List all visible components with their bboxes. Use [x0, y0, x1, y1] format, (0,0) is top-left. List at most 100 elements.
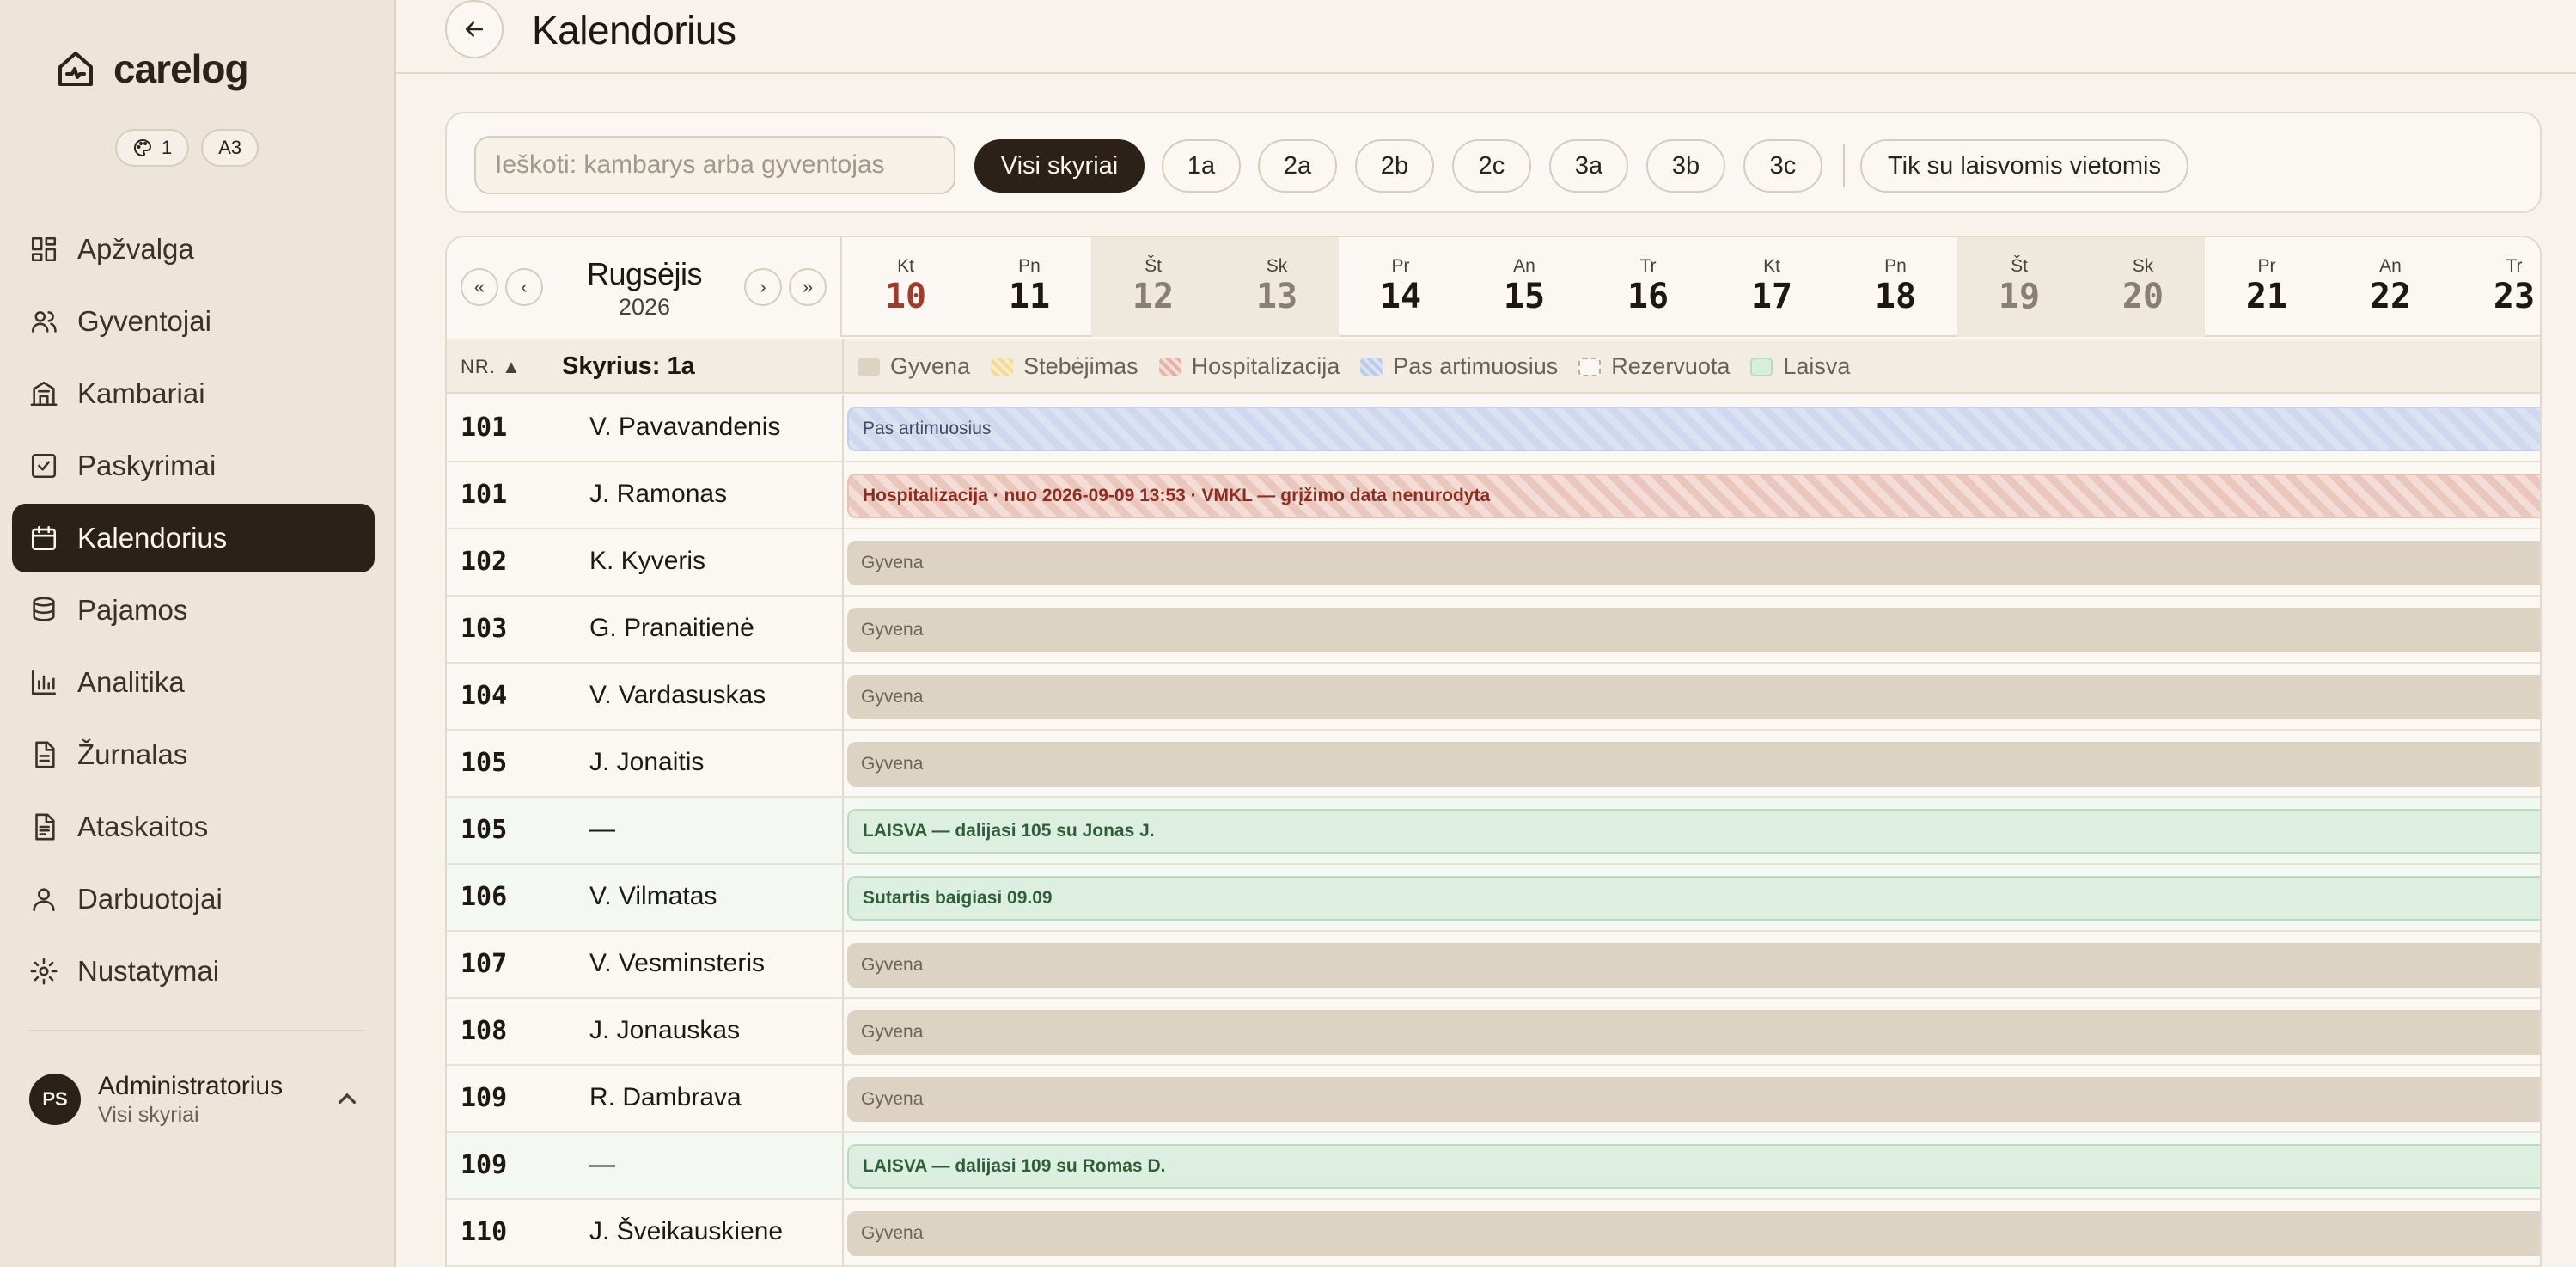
legend-label: Laisva [1783, 353, 1851, 379]
day-of-week: An [1513, 256, 1535, 276]
day-column-22[interactable]: An 22 [2329, 237, 2452, 337]
day-column-17[interactable]: Kt 17 [1710, 237, 1834, 337]
table-row: 105 — LAISVA — dalijasi 105 su Jonas J. [447, 798, 2540, 865]
stay-bar-laisva[interactable]: Sutartis baigiasi 09.09 [847, 876, 2540, 921]
day-number: 11 [1008, 277, 1051, 316]
sidebar-item-apzvalga[interactable]: Apžvalga [12, 215, 375, 284]
day-number: 22 [2369, 277, 2412, 316]
stay-bar-gyvena[interactable]: Gyvena [847, 1077, 2540, 1122]
month-name: Rugsėjis [586, 256, 703, 291]
day-column-18[interactable]: Pn 18 [1834, 237, 1957, 337]
legend-item: Gyvena [858, 353, 970, 380]
day-column-23[interactable]: Tr 23 [2452, 237, 2540, 337]
sort-by-number[interactable]: NR. ▲ [461, 356, 522, 378]
day-number: 21 [2245, 277, 2288, 316]
day-column-10[interactable]: Kt 10 [844, 237, 968, 337]
stay-bar-gyvena[interactable]: Gyvena [847, 742, 2540, 787]
legend-item: Laisva [1750, 353, 1850, 380]
page-size-badge[interactable]: A3 [201, 129, 259, 167]
sidebar-item-kambariai[interactable]: Kambariai [12, 359, 375, 428]
sidebar-item-kalendorius[interactable]: Kalendorius [12, 504, 375, 572]
stay-bar-gyvena[interactable]: Gyvena [847, 1010, 2540, 1055]
room-number: 109 [461, 1083, 508, 1113]
resident-name[interactable]: R. Dambrava [589, 1083, 742, 1112]
stay-bar-gyvena[interactable]: Gyvena [847, 541, 2540, 585]
day-column-11[interactable]: Pn 11 [968, 237, 1091, 337]
chip-2b[interactable]: 2b [1355, 139, 1434, 193]
chip-2c[interactable]: 2c [1452, 139, 1531, 193]
back-button[interactable] [445, 0, 504, 58]
stay-bar-gyvena[interactable]: Gyvena [847, 608, 2540, 652]
legend-swatch [858, 357, 880, 376]
table-row: 108 J. Jonauskas Gyvena [447, 999, 2540, 1066]
legend-swatch [1158, 357, 1181, 376]
day-column-19[interactable]: Št 19 [1957, 237, 2081, 337]
sidebar-item-pajamos[interactable]: Pajamos [12, 576, 375, 645]
day-of-week: Kt [1763, 256, 1780, 276]
room-number: 101 [461, 480, 508, 510]
chip-3b[interactable]: 3b [1646, 139, 1725, 193]
legend-item: Rezervuota [1578, 353, 1730, 380]
day-column-16[interactable]: Tr 16 [1586, 237, 1710, 337]
resident-name[interactable]: V. Pavavandenis [589, 413, 780, 442]
table-row: 109 R. Dambrava Gyvena [447, 1066, 2540, 1133]
sidebar-item-label: Apžvalga [77, 233, 194, 265]
room-number: 104 [461, 681, 508, 711]
chip-2a[interactable]: 2a [1258, 139, 1337, 193]
resident-name[interactable]: V. Vilmatas [589, 882, 717, 911]
stay-bar-laisva[interactable]: LAISVA — dalijasi 109 su Romas D. [847, 1144, 2540, 1189]
day-column-14[interactable]: Pr 14 [1339, 237, 1462, 337]
stay-bar-laisva[interactable]: LAISVA — dalijasi 105 su Jonas J. [847, 809, 2540, 854]
stay-bar-artim[interactable]: Pas artimuosius [847, 407, 2540, 451]
resident-name[interactable]: — [589, 815, 615, 844]
resident-name[interactable]: G. Pranaitienė [589, 614, 754, 643]
room-number: 102 [461, 547, 508, 577]
resident-name[interactable]: J. Šveikauskiene [589, 1217, 783, 1246]
resident-name[interactable]: J. Ramonas [589, 480, 727, 509]
stay-bar-hosp[interactable]: Hospitalizacija · nuo 2026-09-09 13:53 ·… [847, 474, 2540, 518]
day-column-12[interactable]: Št 12 [1091, 237, 1215, 337]
user-menu[interactable]: PS Administratorius Visi skyriai [29, 1069, 364, 1129]
chip-1a[interactable]: 1a [1162, 139, 1241, 193]
stay-bar-gyvena[interactable]: Gyvena [847, 1211, 2540, 1256]
resident-name[interactable]: V. Vesminsteris [589, 949, 765, 978]
table-row: 103 G. Pranaitienė Gyvena [447, 597, 2540, 664]
stay-bar-gyvena[interactable]: Gyvena [847, 943, 2540, 988]
day-column-13[interactable]: Sk 13 [1215, 237, 1339, 337]
chip-all-departments[interactable]: Visi skyriai [974, 139, 1145, 193]
free-only-toggle[interactable]: Tik su laisvomis vietomis [1860, 139, 2188, 193]
resident-name[interactable]: J. Jonauskas [589, 1016, 740, 1045]
palette-badge[interactable]: 1 [115, 129, 190, 167]
stay-bar-gyvena[interactable]: Gyvena [847, 675, 2540, 719]
last-month-button[interactable]: » [789, 268, 827, 306]
day-number: 13 [1255, 277, 1298, 316]
resident-name[interactable]: — [589, 1150, 615, 1179]
resident-name[interactable]: V. Vardasuskas [589, 681, 766, 710]
search-input[interactable] [474, 136, 955, 194]
sidebar-item-label: Kambariai [77, 377, 205, 409]
sidebar-item-analitika[interactable]: Analitika [12, 648, 375, 717]
chevron-up-icon[interactable] [330, 1082, 364, 1117]
legend-swatch [1360, 357, 1383, 376]
sidebar-item-darbuotojai[interactable]: Darbuotojai [12, 865, 375, 933]
day-column-21[interactable]: Pr 21 [2205, 237, 2329, 337]
sidebar-item-zurnalas[interactable]: Žurnalas [12, 720, 375, 789]
sidebar-item-ataskaitos[interactable]: Ataskaitos [12, 793, 375, 861]
day-column-15[interactable]: An 15 [1462, 237, 1586, 337]
resident-name[interactable]: K. Kyveris [589, 547, 705, 576]
first-month-button[interactable]: « [461, 268, 498, 306]
occupancy-calendar: « ‹ Rugsėjis 2026 › » Kt 10 Pn 11 Št 12 Sk 13 Pr… [445, 236, 2542, 1267]
resident-name[interactable]: J. Jonaitis [589, 748, 704, 777]
chip-3c[interactable]: 3c [1743, 139, 1822, 193]
sidebar-item-nustatymai[interactable]: Nustatymai [12, 937, 375, 1006]
room-number: 105 [461, 815, 508, 845]
next-month-button[interactable]: › [744, 268, 782, 306]
sidebar-item-gyventojai[interactable]: Gyventojai [12, 287, 375, 356]
day-column-20[interactable]: Sk 20 [2081, 237, 2205, 337]
calendar-icon [31, 525, 57, 551]
sidebar-item-paskyrimai[interactable]: Paskyrimai [12, 432, 375, 500]
brand[interactable]: carelog [55, 43, 249, 95]
chip-3a[interactable]: 3a [1549, 139, 1628, 193]
day-number: 23 [2493, 277, 2536, 316]
table-row: 101 J. Ramonas Hospitalizacija · nuo 2026-… [447, 462, 2540, 529]
